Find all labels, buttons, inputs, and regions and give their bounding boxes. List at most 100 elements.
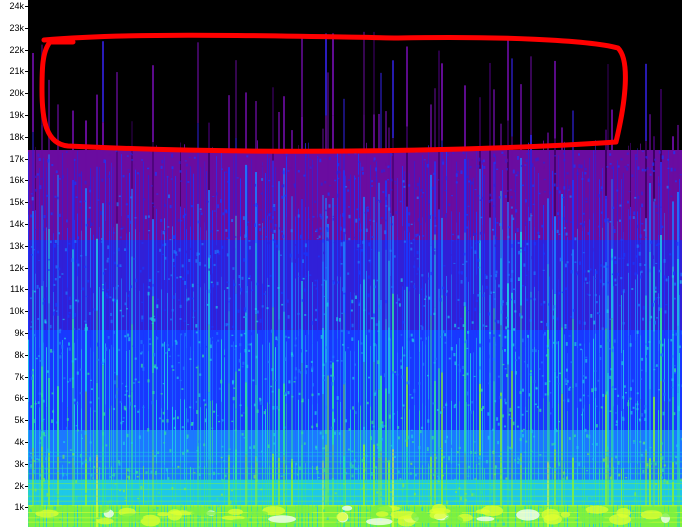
spectrogram-speckle [359,501,361,505]
spectrogram-streak [637,337,638,401]
spectrogram-speckle [88,218,90,221]
spectrogram-speckle [442,158,444,162]
spectrogram-speckle [35,188,37,192]
spectrogram-streak [404,171,405,231]
spectrogram-speckle [304,156,307,159]
spectrogram-speckle [330,374,333,377]
spectrogram-streak [502,169,503,230]
spectrogram-streak [255,101,257,173]
spectrogram-speckle [85,223,88,227]
spectrogram-streak [345,409,346,469]
spectrogram-streak [57,386,59,457]
spectrogram-speckle [582,394,585,397]
spectrogram-speckle [214,250,217,255]
spectrogram-speckle [371,185,374,187]
spectrogram-speckle [81,462,84,465]
spectrogram-streak [595,398,596,463]
spectrogram-streak [325,33,327,116]
spectrogram-speckle [494,244,497,247]
spectrogram-speckle [361,166,364,171]
spectrogram-speckle [488,377,491,381]
spectrogram-speckle [42,418,45,420]
spectrogram-speckle [110,319,113,324]
spectrogram-speckle [141,351,144,354]
spectrogram-speckle [548,303,551,306]
spectrogram-streak [605,328,607,395]
spectrogram-speckle [451,240,454,242]
spectrogram-speckle [248,240,251,242]
spectrogram-speckle [40,436,43,440]
spectrogram-streak [255,172,257,244]
spectrogram-speckle [51,419,53,423]
spectrogram-speckle [220,498,223,501]
spectrogram-streak [558,279,559,342]
spectrogram-speckle [628,190,631,193]
spectrogram-speckle [490,275,492,277]
spectrogram-speckle [497,375,500,378]
spectrogram-streak [53,233,54,292]
spectrogram-streak [99,166,100,227]
spectrogram-streak [476,148,477,212]
spectrogram-streak [143,161,144,223]
spectrogram-streak [267,215,268,278]
spectrogram-speckle [322,375,325,377]
spectrogram-streak [621,295,622,354]
spectrogram-speckle [564,378,567,382]
spectrogram-speckle [616,272,619,276]
spectrogram-speckle [373,285,376,289]
spectrogram-streak [385,180,387,250]
spectrogram-speckle [122,315,125,318]
spectrogram-speckle [626,152,629,155]
spectrogram-streak [635,155,636,218]
spectrogram-speckle [127,214,130,219]
spectrogram-speckle [30,254,33,256]
spectrogram-speckle [533,379,536,384]
spectrogram-speckle [273,240,276,243]
spectrogram-streak [446,338,447,402]
spectrogram-speckle [34,403,37,405]
spectrogram-streak [434,380,436,454]
spectrogram-speckle [641,203,644,208]
spectrogram-speckle [186,434,189,438]
spectrogram-streak [327,299,329,376]
spectrogram-streak [409,350,410,410]
spectrogram-speckle [270,228,273,233]
spectrogram-speckle [663,275,666,279]
spectrogram-speckle [657,297,660,299]
spectrogram-speckle [656,317,658,319]
spectrogram-speckle [478,266,481,269]
spectrogram-speckle [475,242,478,244]
spectrogram-speckle [77,236,80,240]
spectrogram-speckle [661,225,664,229]
spectrogram-speckle [512,217,515,221]
spectrogram-speckle [153,205,156,208]
spectrogram-speckle [44,493,47,498]
spectrogram-speckle [353,236,356,239]
spectrogram-speckle [419,429,422,434]
spectrogram-streak [613,165,614,226]
frequency-axis: 24k 23k 22k 21k 20k 19k 18k 17k 16k 15k 14k 13k 12k 1… [0,0,28,527]
spectrogram-speckle [343,228,346,232]
spectrogram-speckle [612,206,615,210]
spectrogram-speckle [428,199,430,204]
spectrogram-streak [224,230,225,291]
spectrogram-streak [345,292,346,352]
spectrogram-speckle [615,420,618,424]
spectrogram-speckle [228,301,231,303]
spectrogram-speckle [480,216,483,219]
spectrogram-streak [62,277,63,340]
spectrogram-speckle [140,485,143,490]
spectrogram-speckle [179,304,182,308]
spectrogram-speckle [79,206,82,209]
spectrogram-streak [422,155,423,218]
spectrogram-speckle [305,252,308,257]
spectrogram-speckle [411,434,414,439]
spectrogram-streak [630,270,631,335]
spectrogram-streak [164,341,165,404]
spectrogram-speckle [661,155,664,160]
spectrogram-speckle [451,195,453,197]
spectrogram-speckle [463,252,466,256]
spectrogram-speckle [239,343,242,347]
spectrogram-speckle [175,254,178,256]
spectrogram-streak [621,179,622,238]
